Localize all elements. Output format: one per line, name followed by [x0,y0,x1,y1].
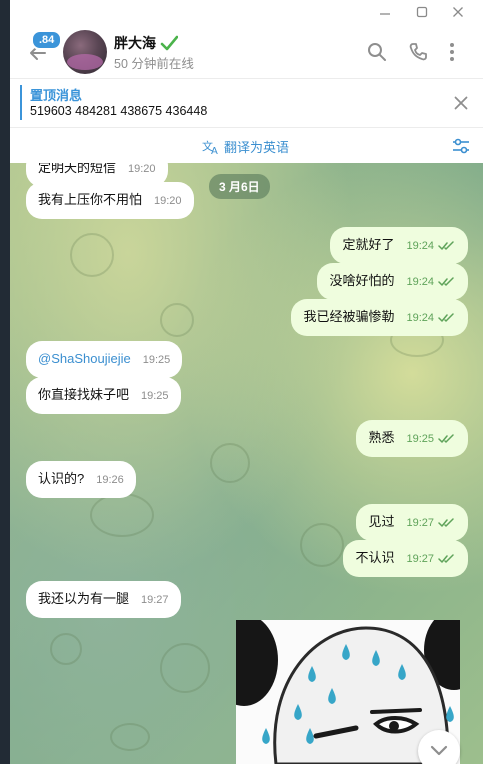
translate-bar: 文A 翻译为英语 [10,127,483,164]
message-time: 19:25 [142,354,171,366]
last-seen-status: 50 分钟前在线 [114,57,194,71]
message-text: 我有上压你不用怕 [38,192,143,207]
message-text: 见过 [368,514,395,529]
message-bubble-outgoing[interactable]: 见过 19:27 [356,504,468,541]
window-titlebar [10,0,483,25]
message-bubble-incoming[interactable]: 认识的? 19:26 [26,461,136,498]
message-bubble-outgoing[interactable]: 没啥好怕的 19:24 [317,263,468,300]
message-bubble-outgoing[interactable]: 我已经被骗惨勒 19:24 [291,299,468,336]
message-text: 定就好了 [342,237,395,252]
minimize-button[interactable] [374,3,396,21]
background-doodle [300,523,344,567]
verified-icon [160,35,178,51]
avatar[interactable] [63,30,107,74]
message-bubble-outgoing[interactable]: 不认识 19:27 [343,540,468,577]
double-check-icon [438,433,454,443]
message-time: 19:24 [406,276,434,288]
search-icon [368,43,386,61]
scroll-to-bottom-button[interactable] [418,730,460,764]
maximize-icon [416,6,428,18]
background-doodle [50,633,82,665]
settings-sliders-icon [453,138,469,154]
message-time: 19:24 [406,240,434,252]
message-text: 不认识 [355,550,395,565]
background-doodle [210,443,250,483]
message-bubble-outgoing[interactable]: 定就好了 19:24 [330,227,468,264]
background-doodle [160,303,194,337]
close-window-button[interactable] [447,3,469,21]
message-bubble-outgoing[interactable]: 熟悉 19:25 [356,420,468,457]
chat-header: .84 胖大海 50 分钟前在线 [10,25,483,78]
message-time: 19:27 [141,594,169,606]
message-text: 你直接找妹子吧 [38,387,130,402]
mention-link[interactable]: @ShaShoujiejie [38,351,131,366]
message-time: 19:27 [406,517,434,529]
pinned-title: 置顶消息 [30,88,83,103]
chat-window: .84 胖大海 50 分钟前在线 置顶消息 519603 484281 4386… [10,0,483,764]
message-text: 我还以为有一腿 [38,591,130,606]
double-check-icon [438,240,454,250]
phone-icon [409,43,427,61]
message-text: 我已经被骗惨勒 [303,309,395,324]
contact-name-text: 胖大海 [114,35,156,51]
pinned-accent-bar [20,85,22,120]
translate-icon: 文A [202,139,218,155]
more-icon [450,43,454,61]
background-doodle [110,723,150,751]
message-bubble-incoming[interactable]: @ShaShoujiejie 19:25 [26,341,183,378]
more-menu-button[interactable] [439,39,465,65]
date-separator: 3 月6日 [209,174,270,199]
background-doodle [160,643,210,693]
background-doodle [90,493,154,537]
pinned-message-bar[interactable]: 置顶消息 519603 484281 438675 436448 [10,78,483,127]
chevron-down-icon [430,745,448,756]
call-button[interactable] [405,39,431,65]
message-time: 19:20 [154,195,182,207]
background-doodle [70,233,114,277]
message-bubble-incoming[interactable]: 你直接找妹子吧 19:25 [26,377,181,414]
message-text: 定明天的短信 [38,163,117,175]
message-time: 19:27 [406,553,434,565]
maximize-button[interactable] [411,3,433,21]
close-icon [453,7,463,17]
pinned-text: 519603 484281 438675 436448 [30,104,208,118]
svg-text:A: A [211,146,218,155]
contact-name[interactable]: 胖大海 [114,33,178,53]
unpin-button[interactable] [451,93,471,113]
message-time: 19:26 [96,474,124,486]
minimize-icon [380,13,390,15]
message-time: 19:25 [141,390,169,402]
translate-button[interactable]: 文A 翻译为英语 [202,137,289,156]
message-text: 没啥好怕的 [329,273,395,288]
double-check-icon [438,312,454,322]
left-sidebar-edge [0,0,10,764]
message-text: 熟悉 [368,430,395,445]
double-check-icon [438,517,454,527]
double-check-icon [438,276,454,286]
unread-badge: .84 [31,30,63,50]
message-time: 19:20 [128,163,156,175]
translate-settings-button[interactable] [451,136,471,156]
translate-label: 翻译为英语 [224,140,290,155]
search-button[interactable] [364,39,390,65]
message-time: 19:25 [406,433,434,445]
close-icon [454,96,468,110]
message-text: 认识的? [38,471,85,486]
message-bubble-incoming[interactable]: 我还以为有一腿 19:27 [26,581,181,618]
double-check-icon [438,553,454,563]
message-bubble-incoming[interactable]: 我有上压你不用怕 19:20 [26,182,194,219]
message-list[interactable]: 定明天的短信 19:20 3 月6日 我有上压你不用怕 19:20 定就好了 19:2… [10,163,483,764]
message-time: 19:24 [406,312,434,324]
